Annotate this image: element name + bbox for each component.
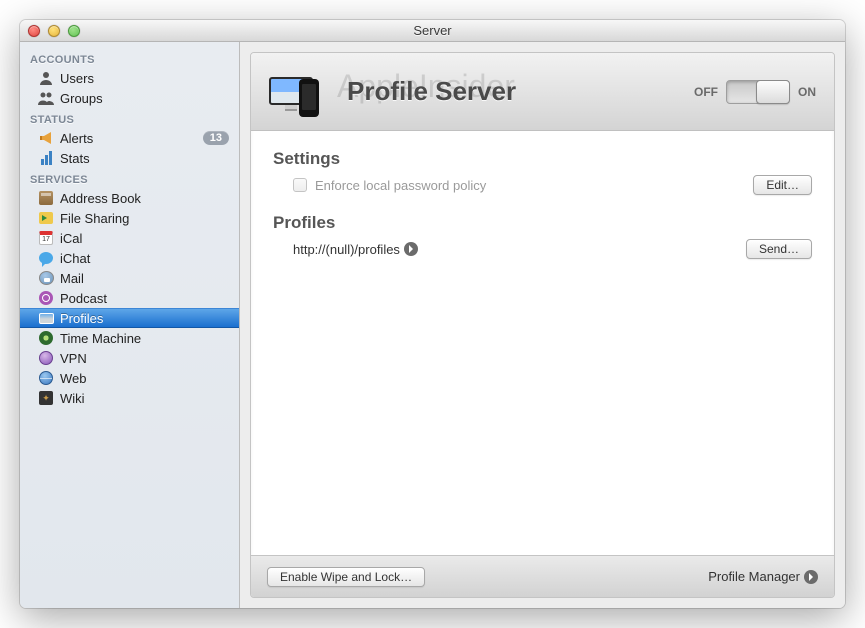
sidebar-item-timemachine[interactable]: Time Machine [20,328,239,348]
sidebar-item-filesharing[interactable]: File Sharing [20,208,239,228]
sidebar-item-label: Time Machine [60,331,141,346]
section-header-accounts: ACCOUNTS [20,48,239,68]
content-area: AppleInsider Profile Server OFF ON Setti… [240,42,845,608]
page-title: Profile Server [347,76,680,107]
sidebar-item-label: Mail [60,271,84,286]
profile-manager-label: Profile Manager [708,569,800,584]
settings-heading: Settings [273,149,812,169]
arrow-right-circle-icon [804,570,818,584]
sidebar-item-ical[interactable]: 17 iCal [20,228,239,248]
sidebar-item-stats[interactable]: Stats [20,148,239,168]
enforce-label: Enforce local password policy [315,178,486,193]
service-toggle-group: OFF ON [694,80,816,104]
sidebar-item-label: Alerts [60,131,93,146]
sidebar-item-label: Groups [60,91,103,106]
profiles-icon [38,310,54,326]
arrow-right-circle-icon [404,242,418,256]
sidebar-item-groups[interactable]: Groups [20,88,239,108]
panel-body: Settings Enforce local password policy E… [251,131,834,555]
edit-button[interactable]: Edit… [753,175,812,195]
sidebar-item-alerts[interactable]: Alerts 13 [20,128,239,148]
sidebar-item-addressbook[interactable]: Address Book [20,188,239,208]
profiles-heading: Profiles [273,213,812,233]
toggle-off-label: OFF [694,85,718,99]
profiles-url-row[interactable]: http://(null)/profiles [293,242,418,257]
service-toggle[interactable] [726,80,790,104]
person-icon [38,70,54,86]
sidebar-item-label: VPN [60,351,87,366]
send-button[interactable]: Send… [746,239,812,259]
sidebar-item-users[interactable]: Users [20,68,239,88]
sidebar-item-mail[interactable]: Mail [20,268,239,288]
panel-header: AppleInsider Profile Server OFF ON [251,53,834,131]
enable-wipe-lock-button[interactable]: Enable Wipe and Lock… [267,567,425,587]
sidebar-item-label: iChat [60,251,90,266]
sidebar-item-ichat[interactable]: iChat [20,248,239,268]
service-panel: AppleInsider Profile Server OFF ON Setti… [250,52,835,598]
sidebar-item-label: Profiles [60,311,103,326]
enforce-checkbox[interactable] [293,178,307,192]
sidebar-item-web[interactable]: Web [20,368,239,388]
devices-icon [269,67,333,117]
group-icon [38,90,54,106]
sidebar: ACCOUNTS Users Groups STATUS Alerts 13 [20,42,240,608]
calendar-icon: 17 [38,230,54,246]
sidebar-item-label: Address Book [60,191,141,206]
stamp-icon [38,270,54,286]
window-title: Server [20,23,845,38]
sidebar-item-label: Stats [60,151,90,166]
sidebar-item-label: Users [60,71,94,86]
sidebar-item-label: Podcast [60,291,107,306]
panel-footer: Enable Wipe and Lock… Profile Manager [251,555,834,597]
book-icon [38,190,54,206]
alerts-badge: 13 [203,131,229,145]
sidebar-item-label: iCal [60,231,82,246]
enforce-row: Enforce local password policy [293,178,486,193]
sidebar-item-wiki[interactable]: Wiki [20,388,239,408]
server-window: Server ACCOUNTS Users Groups STATUS [20,20,845,608]
sidebar-item-profiles[interactable]: Profiles [20,308,239,328]
podcast-icon [38,290,54,306]
timemachine-icon [38,330,54,346]
section-header-services: SERVICES [20,168,239,188]
toggle-on-label: ON [798,85,816,99]
vpn-icon [38,350,54,366]
wiki-icon [38,390,54,406]
folder-share-icon [38,210,54,226]
globe-icon [38,370,54,386]
sidebar-item-label: Web [60,371,87,386]
sidebar-item-podcast[interactable]: Podcast [20,288,239,308]
titlebar: Server [20,20,845,42]
profile-manager-link[interactable]: Profile Manager [708,569,818,584]
section-header-status: STATUS [20,108,239,128]
chat-icon [38,250,54,266]
profiles-url: http://(null)/profiles [293,242,400,257]
bars-icon [38,150,54,166]
sidebar-item-label: File Sharing [60,211,129,226]
sidebar-item-label: Wiki [60,391,85,406]
megaphone-icon [38,130,54,146]
sidebar-item-vpn[interactable]: VPN [20,348,239,368]
